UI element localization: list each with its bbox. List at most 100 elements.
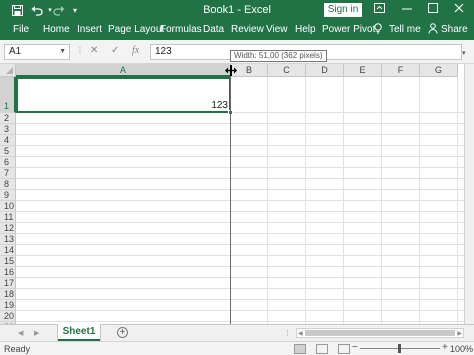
- row-gridline: [16, 277, 474, 278]
- row-gridline: [16, 178, 474, 179]
- tab-home[interactable]: Home: [43, 24, 70, 35]
- add-sheet-icon[interactable]: +: [117, 327, 128, 338]
- tab-formulas[interactable]: Formulas: [160, 24, 202, 35]
- horizontal-scroll-thumb[interactable]: [305, 330, 455, 336]
- page-layout-view-icon[interactable]: [316, 344, 328, 354]
- zoom-in-button[interactable]: +: [442, 342, 448, 353]
- column-resize-cursor-icon: [225, 65, 237, 76]
- vertical-scrollbar[interactable]: [464, 64, 474, 324]
- cancel-icon[interactable]: ✕: [90, 45, 98, 56]
- worksheet-grid[interactable]: ABCDEFG 12345678910111213141516171819202…: [0, 64, 474, 324]
- row-header-4[interactable]: 4: [0, 135, 16, 146]
- chevron-down-icon[interactable]: ▼: [59, 45, 66, 59]
- row-header-20[interactable]: 20: [0, 311, 16, 322]
- row-header-3[interactable]: 3: [0, 124, 16, 135]
- column-header-e[interactable]: E: [344, 64, 382, 77]
- previous-sheet-icon[interactable]: ◀: [18, 329, 23, 337]
- row-header-6[interactable]: 6: [0, 157, 16, 168]
- row-header-1[interactable]: 1: [0, 77, 16, 113]
- name-box-value: A1: [9, 46, 22, 57]
- column-header-a[interactable]: A: [16, 64, 231, 77]
- select-all-button[interactable]: [0, 64, 16, 77]
- row-gridline: [16, 134, 474, 135]
- row-header-15[interactable]: 15: [0, 256, 16, 267]
- zoom-percent[interactable]: 100%: [450, 344, 473, 354]
- row-header-17[interactable]: 17: [0, 278, 16, 289]
- tab-power-pivot[interactable]: Power Pivot: [322, 24, 375, 35]
- row-gridline: [16, 145, 474, 146]
- tab-view[interactable]: View: [266, 24, 288, 35]
- scroll-right-icon[interactable]: ▶: [457, 330, 462, 337]
- row-header-14[interactable]: 14: [0, 245, 16, 256]
- row-header-16[interactable]: 16: [0, 267, 16, 278]
- row-header-19[interactable]: 19: [0, 300, 16, 311]
- sign-in-button[interactable]: Sign in: [324, 3, 362, 17]
- row-gridline: [16, 255, 474, 256]
- column-header-d[interactable]: D: [306, 64, 344, 77]
- cell-a1-value: 123: [211, 100, 228, 111]
- row-header-12[interactable]: 12: [0, 223, 16, 234]
- row-header-18[interactable]: 18: [0, 289, 16, 300]
- insert-function-icon[interactable]: fx: [132, 45, 139, 56]
- ribbon-display-options-icon[interactable]: [372, 2, 386, 18]
- row-gridline: [16, 288, 474, 289]
- row-header-2[interactable]: 2: [0, 113, 16, 124]
- row-gridline: [16, 266, 474, 267]
- column-width-tooltip: Width: 51,00 (362 pixels): [230, 50, 327, 62]
- lightbulb-icon[interactable]: [374, 23, 382, 37]
- row-gridline: [16, 222, 474, 223]
- next-sheet-icon[interactable]: ▶: [34, 329, 39, 337]
- row-gridline: [16, 310, 474, 311]
- title-bar: ▾ ▾ Book1 - Excel Sign in: [0, 0, 474, 20]
- name-box[interactable]: A1 ▼: [4, 44, 70, 60]
- scroll-left-icon[interactable]: ◀: [298, 330, 303, 337]
- tab-file[interactable]: File: [13, 24, 29, 35]
- row-header-8[interactable]: 8: [0, 179, 16, 190]
- row-header-5[interactable]: 5: [0, 146, 16, 157]
- normal-view-icon[interactable]: [294, 344, 306, 354]
- expand-formula-bar-icon[interactable]: ▾: [462, 49, 466, 57]
- row-gridline: [16, 156, 474, 157]
- status-text: Ready: [4, 344, 31, 354]
- row-gridline: [16, 244, 474, 245]
- share-icon[interactable]: [428, 23, 438, 37]
- row-header-11[interactable]: 11: [0, 212, 16, 223]
- row-gridline: [16, 200, 474, 201]
- tab-help[interactable]: Help: [295, 24, 316, 35]
- tab-data[interactable]: Data: [203, 24, 224, 35]
- column-header-f[interactable]: F: [382, 64, 420, 77]
- tab-insert[interactable]: Insert: [77, 24, 102, 35]
- tab-review[interactable]: Review: [231, 24, 264, 35]
- tab-split-grip-icon[interactable]: ⋮: [284, 329, 291, 337]
- close-icon[interactable]: [452, 2, 466, 18]
- row-header-7[interactable]: 7: [0, 168, 16, 179]
- row-gridline: [16, 321, 474, 322]
- ribbon-tab-bar: File Home Insert Page Layout Formulas Da…: [0, 20, 474, 40]
- row-header-9[interactable]: 9: [0, 190, 16, 201]
- zoom-slider-thumb[interactable]: [398, 344, 401, 353]
- row-gridline: [16, 211, 474, 212]
- page-break-preview-icon[interactable]: [338, 344, 350, 354]
- minimize-icon[interactable]: [400, 2, 414, 18]
- row-gridline: [16, 167, 474, 168]
- formula-bar-grip-icon[interactable]: ⋮: [76, 46, 84, 55]
- sheet-tab-strip: ◀ ▶ Sheet1 + ⋮ ◀ ▶: [0, 324, 474, 341]
- tell-me-search[interactable]: Tell me: [389, 24, 421, 35]
- zoom-out-button[interactable]: −: [352, 342, 358, 353]
- column-resize-guide: [230, 77, 231, 324]
- row-header-13[interactable]: 13: [0, 234, 16, 245]
- sheet-tab-sheet1[interactable]: Sheet1: [58, 324, 100, 341]
- restore-icon[interactable]: [426, 2, 440, 18]
- row-gridline: [16, 189, 474, 190]
- row-header-10[interactable]: 10: [0, 201, 16, 212]
- column-header-g[interactable]: G: [420, 64, 458, 77]
- share-button[interactable]: Share: [441, 24, 468, 35]
- tab-page-layout[interactable]: Page Layout: [108, 24, 164, 35]
- row-gridline: [16, 233, 474, 234]
- column-header-c[interactable]: C: [268, 64, 306, 77]
- enter-icon[interactable]: ✓: [111, 45, 119, 56]
- row-gridline: [16, 299, 474, 300]
- horizontal-scrollbar[interactable]: ◀ ▶: [296, 328, 464, 338]
- status-bar: Ready − + 100%: [0, 341, 474, 355]
- row-gridline: [16, 123, 474, 124]
